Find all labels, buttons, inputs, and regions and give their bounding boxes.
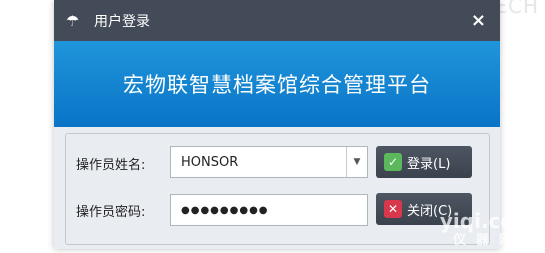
username-combobox[interactable]: HONSOR ▼ [170,146,368,178]
login-button-label: 登录(L) [407,156,451,172]
password-field[interactable]: ●●●●●●●●● [170,194,368,226]
chevron-down-icon[interactable]: ▼ [346,147,367,177]
password-value: ●●●●●●●●● [181,204,269,216]
window-title: 用户登录 [94,13,150,30]
umbrella-icon: ☂ [66,11,80,30]
close-x-icon: ✕ [384,200,402,218]
watermark-line2: 仪器网 [452,233,522,248]
watermark: yiqi.com 仪器网 [440,211,535,251]
checkmark-icon: ✓ [384,153,402,171]
watermark-line1: yiqi.com [439,209,535,233]
password-label: 操作员密码: [76,205,146,220]
banner-title: 宏物联智慧档案馆综合管理平台 [123,73,431,97]
login-form-panel: 操作员姓名: HONSOR ▼ 操作员密码: ●●●●●●●●● ✓ 登录(L)… [65,133,490,245]
title-bar[interactable]: ☂ 用户登录 × [54,0,500,41]
username-label: 操作员姓名: [76,158,146,173]
username-value: HONSOR [181,154,239,170]
platform-banner: 宏物联智慧档案馆综合管理平台 [54,41,500,127]
close-icon[interactable]: × [471,10,486,31]
login-dialog: ☂ 用户登录 × 宏物联智慧档案馆综合管理平台 操作员姓名: HONSOR ▼ … [54,0,500,249]
login-button[interactable]: ✓ 登录(L) [376,146,472,178]
